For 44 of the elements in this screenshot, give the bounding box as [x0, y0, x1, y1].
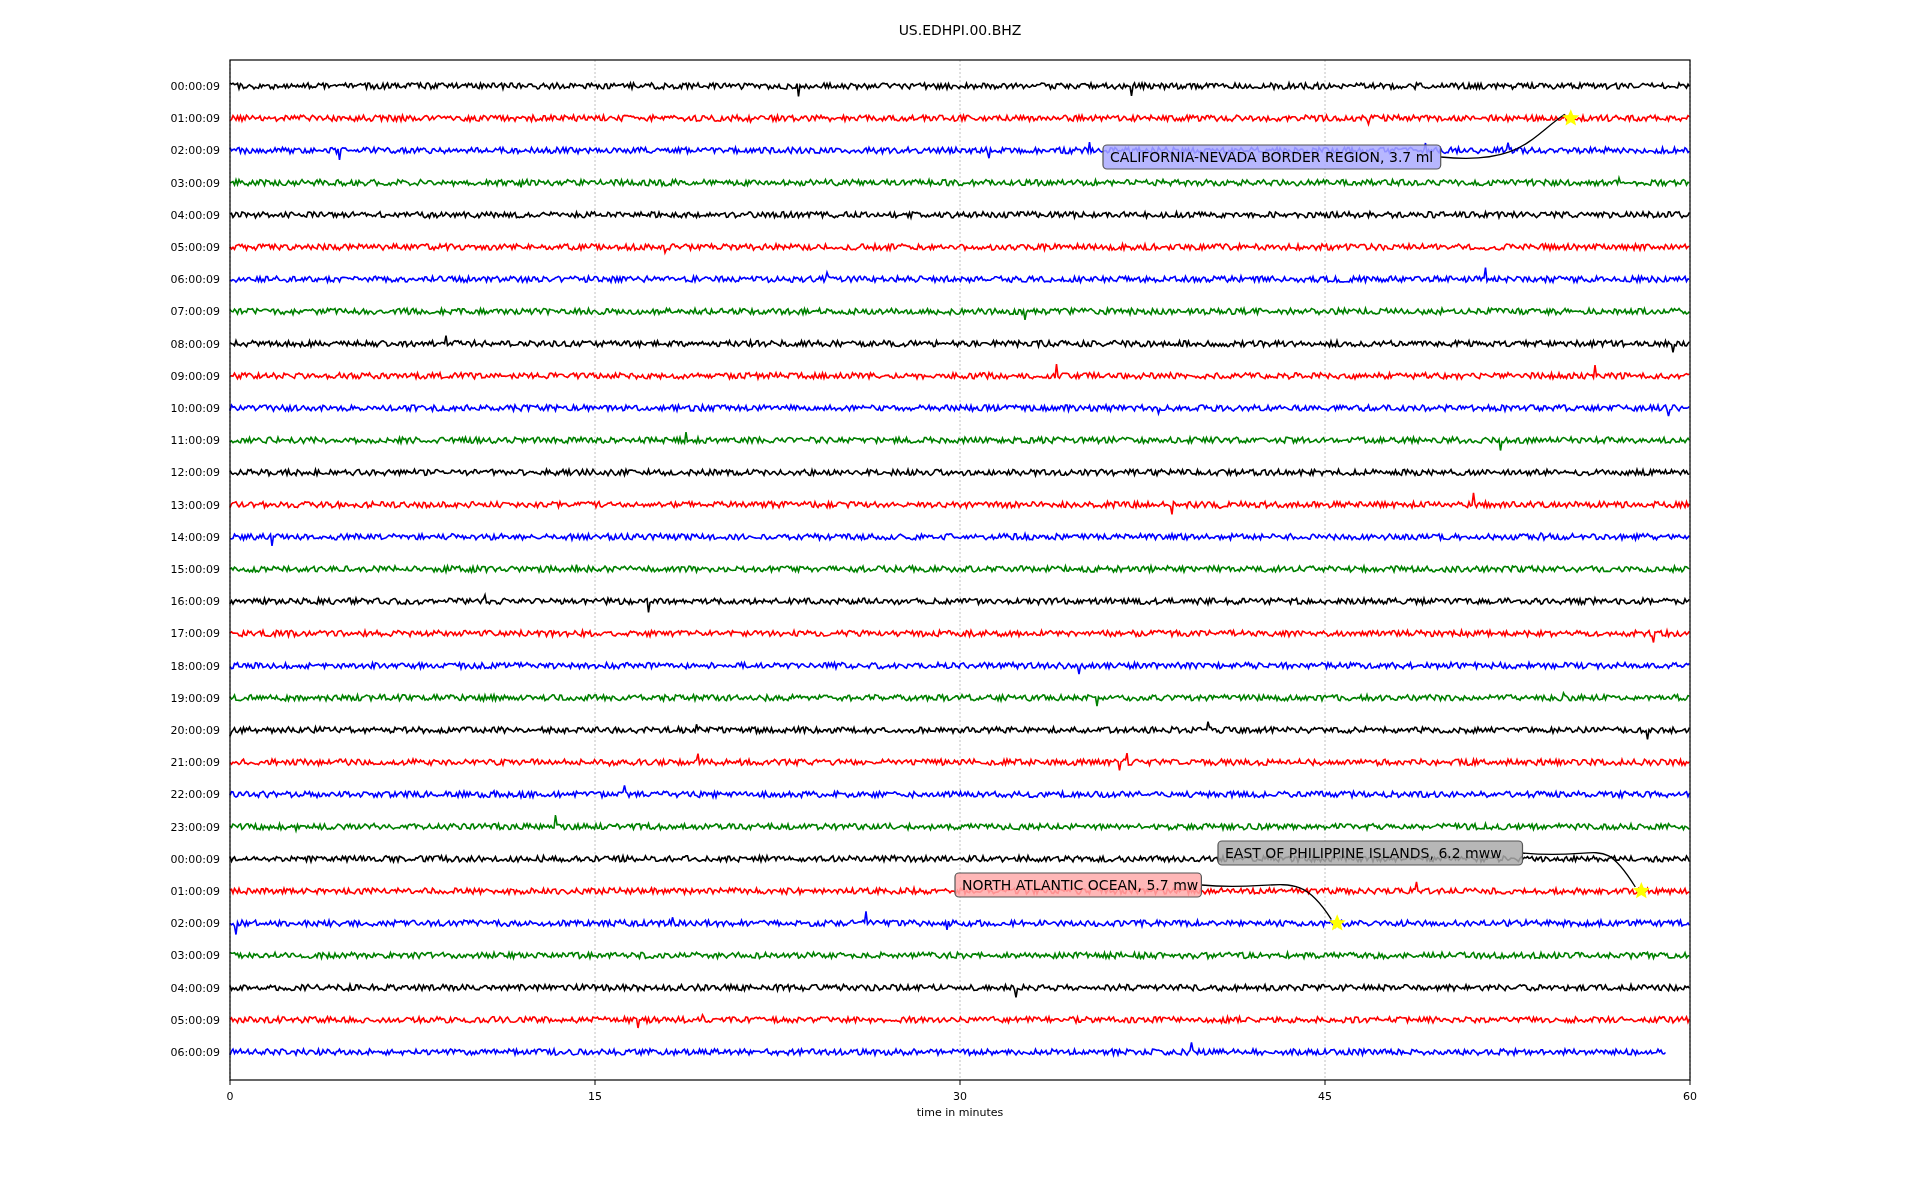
time-label: 13:00:09 — [170, 498, 220, 512]
time-label: 08:00:09 — [170, 337, 220, 351]
time-label: 19:00:09 — [170, 691, 220, 705]
time-label: 03:00:09 — [170, 176, 220, 190]
time-label: 02:00:09 — [170, 917, 220, 931]
time-label: 16:00:09 — [170, 595, 220, 609]
time-label: 01:00:09 — [170, 112, 220, 126]
time-label: 14:00:09 — [170, 530, 220, 544]
time-label: 20:00:09 — [170, 724, 220, 737]
time-label: 05:00:09 — [170, 241, 220, 254]
time-label: 06:00:09 — [170, 273, 220, 287]
star-icon — [1562, 109, 1580, 126]
event-label: NORTH ATLANTIC OCEAN, 5.7 mw — [954, 872, 1202, 898]
time-label: 04:00:09 — [170, 208, 220, 222]
time-label: 07:00:09 — [170, 305, 220, 319]
tick-label: 60 — [1683, 1090, 1697, 1103]
time-label: 01:00:09 — [170, 885, 220, 898]
time-label: 06:00:09 — [170, 1046, 220, 1059]
event-label: EAST OF PHILIPPINE ISLANDS, 6.2 mww — [1217, 840, 1524, 866]
tick-label: 0 — [226, 1090, 234, 1103]
event-label: CALIFORNIA-NEVADA BORDER REGION, 3.7 ml — [1102, 144, 1442, 170]
time-label: 04:00:09 — [170, 981, 220, 995]
time-label: 18:00:09 — [170, 659, 220, 673]
tick-label: 30 — [953, 1090, 967, 1103]
time-label: 15:00:09 — [170, 563, 220, 576]
star-icon — [1328, 914, 1346, 931]
time-label: 22:00:09 — [170, 788, 220, 802]
time-label: 00:00:09 — [170, 852, 220, 866]
plot-title: US.EDHPI.00.BHZ — [898, 22, 1022, 38]
time-label: 02:00:09 — [170, 144, 220, 158]
tick-label: 45 — [1318, 1090, 1332, 1103]
star-icon — [1632, 882, 1650, 899]
axis-label: time in minutes — [916, 1106, 1004, 1119]
time-label: 12:00:09 — [170, 466, 220, 480]
tick-label: 15 — [588, 1090, 602, 1103]
time-label: 17:00:09 — [170, 627, 220, 641]
time-label: 23:00:09 — [170, 820, 220, 834]
time-label: 03:00:09 — [170, 949, 220, 963]
time-label: 09:00:09 — [170, 369, 220, 383]
time-label: 05:00:09 — [170, 1013, 220, 1027]
time-label: 00:00:09 — [170, 80, 220, 93]
time-label: 11:00:09 — [170, 434, 220, 448]
time-label: 21:00:09 — [170, 756, 220, 770]
time-label: 10:00:09 — [170, 402, 220, 415]
